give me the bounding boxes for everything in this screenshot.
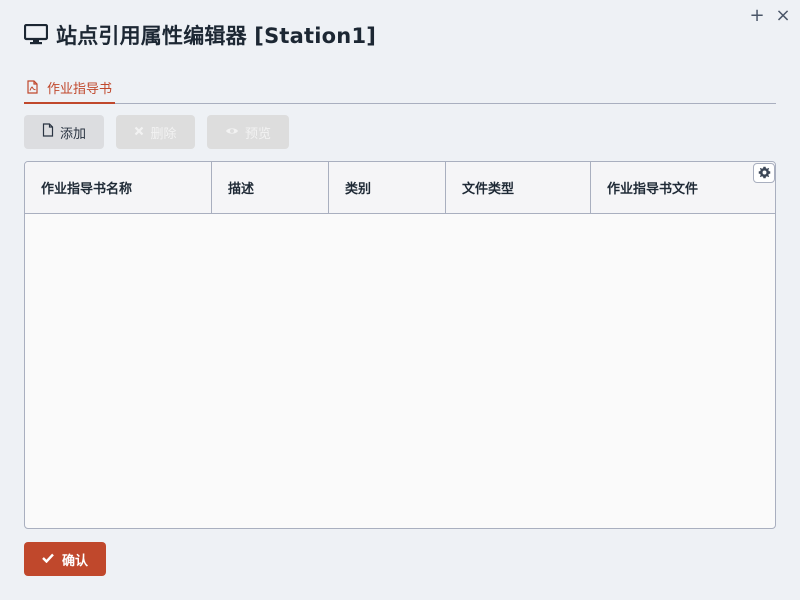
add-label: 添加 — [59, 126, 86, 142]
gear-icon — [758, 164, 771, 183]
dialog-header: 站点引用属性编辑器 [Station1] — [24, 20, 376, 50]
file-icon — [42, 123, 54, 141]
close-x-icon — [134, 125, 144, 140]
confirm-label: 确认 — [61, 553, 88, 569]
column-header-file-type[interactable]: 文件类型 — [446, 162, 591, 213]
column-header-name[interactable]: 作业指导书名称 — [25, 162, 212, 213]
monitor-icon — [24, 24, 48, 46]
pdf-file-icon — [26, 80, 39, 94]
column-header-file[interactable]: 作业指导书文件 — [591, 162, 775, 213]
grid-header: 作业指导书名称 描述 类别 文件类型 作业指导书文件 — [25, 162, 775, 214]
confirm-button[interactable]: 确认 — [24, 542, 106, 576]
delete-label: 删除 — [150, 126, 177, 142]
work-instructions-grid: 作业指导书名称 描述 类别 文件类型 作业指导书文件 — [24, 161, 776, 529]
column-header-description[interactable]: 描述 — [212, 162, 329, 213]
dialog-title: 站点引用属性编辑器 [Station1] — [56, 24, 377, 48]
column-header-category[interactable]: 类别 — [329, 162, 446, 213]
check-icon — [42, 552, 54, 567]
delete-button[interactable]: 删除 — [116, 115, 195, 149]
close-button[interactable]: × — [775, 7, 790, 25]
column-settings-button[interactable] — [753, 163, 775, 183]
window-controls: + × — [749, 7, 790, 25]
tab-label: 作业指导书 — [47, 81, 113, 97]
tab-bar: 作业指导书 — [24, 72, 776, 104]
eye-icon — [225, 125, 239, 140]
preview-label: 预览 — [244, 126, 271, 142]
preview-button[interactable]: 预览 — [207, 115, 289, 149]
maximize-button[interactable]: + — [749, 7, 764, 25]
toolbar: 添加 删除 预览 — [24, 115, 289, 149]
add-button[interactable]: 添加 — [24, 115, 104, 149]
tab-work-instructions[interactable]: 作业指导书 — [24, 72, 115, 104]
